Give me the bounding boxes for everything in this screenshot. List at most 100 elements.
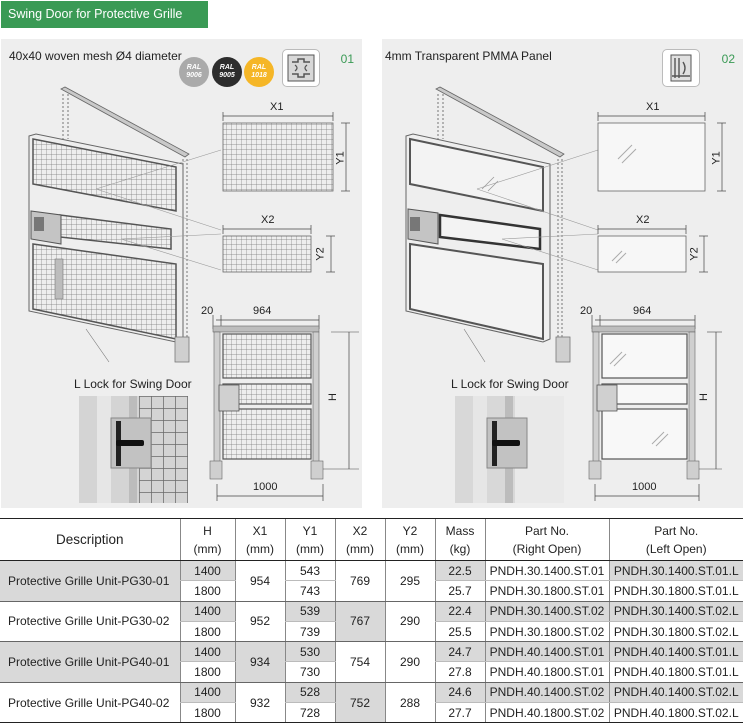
cell-part-right: PNDH.40.1400.ST.02 — [484, 682, 609, 704]
cell-part-right: PNDH.30.1400.ST.01 — [484, 560, 609, 582]
cell-mass: 25.7 — [434, 580, 485, 602]
height-h-label: H — [326, 393, 339, 401]
cell-x1: 932 — [234, 682, 285, 723]
table-row: Protective Grille Unit-PG40-02 1400 932 … — [0, 682, 743, 723]
height-h-label: H — [697, 393, 710, 401]
cell-part-left: PNDH.30.1400.ST.02.L — [608, 601, 743, 622]
gap-20-label: 20 — [580, 305, 593, 317]
width-964-label: 964 — [633, 305, 652, 317]
cell-y1: 730 — [284, 661, 335, 683]
table-row: Protective Grille Unit-PG30-01 1400 954 … — [0, 560, 743, 602]
pmma-panel-section: 4mm Transparent PMMA Panel 02 X1 Y1 X2 Y… — [382, 39, 743, 508]
cell-y2: 290 — [384, 641, 435, 683]
panel-number: 02 — [721, 52, 735, 66]
lock-label: L Lock for Swing Door — [74, 377, 192, 391]
x1-dimension-label: X1 — [270, 101, 284, 113]
cell-part-left: PNDH.30.1800.ST.01.L — [608, 580, 743, 602]
header-x2: X2 (mm) — [334, 518, 385, 561]
row-description: Protective Grille Unit-PG30-01 — [0, 560, 180, 602]
header-y2: Y2 (mm) — [384, 518, 435, 561]
row-description: Protective Grille Unit-PG30-02 — [0, 601, 180, 643]
cell-h: 1800 — [179, 661, 235, 683]
width-964-label: 964 — [253, 305, 272, 317]
cell-h: 1400 — [179, 601, 235, 622]
header-h: H (mm) — [179, 518, 235, 561]
cell-y1: 739 — [284, 621, 335, 643]
cell-y1: 528 — [284, 682, 335, 704]
aluminum-profile-icon — [662, 49, 700, 87]
lock-photo — [455, 396, 564, 503]
cell-mass: 27.8 — [434, 661, 485, 683]
cell-y1: 539 — [284, 601, 335, 622]
width-1000-label: 1000 — [632, 481, 657, 493]
header-part-left: Part No. (Left Open) — [608, 518, 743, 561]
cell-part-left: PNDH.40.1400.ST.02.L — [608, 682, 743, 704]
cell-mass: 24.7 — [434, 641, 485, 663]
cell-y2: 295 — [384, 560, 435, 602]
cell-y2: 288 — [384, 682, 435, 723]
header-description: Description — [0, 518, 180, 561]
cell-y1: 543 — [284, 560, 335, 582]
cell-part-right: PNDH.30.1400.ST.02 — [484, 601, 609, 622]
cell-y2: 290 — [384, 601, 435, 643]
spec-table: Description H (mm) X1 (mm) Y1 (mm) X2 (mm) Y… — [0, 518, 743, 723]
cell-part-left: PNDH.40.1800.ST.02.L — [608, 702, 743, 723]
header-x1: X1 (mm) — [234, 518, 285, 561]
width-1000-label: 1000 — [253, 481, 278, 493]
cell-part-right: PNDH.30.1800.ST.02 — [484, 621, 609, 643]
ral-1018-badge: RAL 1018 — [244, 57, 274, 87]
cell-x1: 954 — [234, 560, 285, 602]
ral-9005-badge: RAL 9005 — [212, 57, 242, 87]
panel-number: 01 — [340, 52, 354, 66]
cell-x2: 767 — [334, 601, 385, 643]
table-header-row: Description H (mm) X1 (mm) Y1 (mm) X2 (mm) Y… — [0, 518, 743, 561]
y2-dimension-label: Y2 — [314, 247, 327, 261]
cell-part-left: PNDH.40.1800.ST.01.L — [608, 661, 743, 683]
cell-mass: 24.6 — [434, 682, 485, 704]
cell-part-right: PNDH.30.1800.ST.01 — [484, 580, 609, 602]
cell-h: 1800 — [179, 580, 235, 602]
lock-photo — [79, 396, 188, 503]
ral-9006-badge: RAL 9006 — [179, 57, 209, 87]
cell-part-left: PNDH.30.1400.ST.01.L — [608, 560, 743, 582]
header-y1: Y1 (mm) — [284, 518, 335, 561]
cell-h: 1400 — [179, 560, 235, 582]
row-description: Protective Grille Unit-PG40-02 — [0, 682, 180, 723]
x2-dimension-label: X2 — [636, 214, 650, 226]
cell-x1: 934 — [234, 641, 285, 683]
x2-dimension-label: X2 — [261, 214, 275, 226]
y2-dimension-label: Y2 — [688, 247, 701, 261]
cell-x1: 952 — [234, 601, 285, 643]
cell-y1: 530 — [284, 641, 335, 663]
header-part-right: Part No. (Right Open) — [484, 518, 609, 561]
page-title: Swing Door for Protective Grille Unit — [1, 1, 208, 48]
cell-x2: 752 — [334, 682, 385, 723]
cell-part-right: PNDH.40.1800.ST.02 — [484, 702, 609, 723]
header-mass: Mass (kg) — [434, 518, 485, 561]
gap-20-label: 20 — [201, 305, 214, 317]
cell-h: 1400 — [179, 682, 235, 704]
y1-dimension-label: Y1 — [710, 151, 723, 165]
cell-h: 1400 — [179, 641, 235, 663]
cell-h: 1800 — [179, 702, 235, 723]
cell-mass: 25.5 — [434, 621, 485, 643]
table-row: Protective Grille Unit-PG30-02 1400 952 … — [0, 601, 743, 643]
panel-title: 40x40 woven mesh Ø4 diameter — [9, 49, 182, 63]
cell-part-left: PNDH.30.1800.ST.02.L — [608, 621, 743, 643]
cell-h: 1800 — [179, 621, 235, 643]
cell-y1: 728 — [284, 702, 335, 723]
cell-part-left: PNDH.40.1400.ST.01.L — [608, 641, 743, 663]
mesh-panel-section: 40x40 woven mesh Ø4 diameter 01 RAL 9006 … — [1, 39, 362, 508]
cell-x2: 754 — [334, 641, 385, 683]
cell-x2: 769 — [334, 560, 385, 602]
aluminum-profile-icon — [282, 49, 320, 87]
cell-part-right: PNDH.40.1800.ST.01 — [484, 661, 609, 683]
cell-mass: 27.7 — [434, 702, 485, 723]
table-row: Protective Grille Unit-PG40-01 1400 934 … — [0, 641, 743, 683]
x1-dimension-label: X1 — [646, 101, 660, 113]
cell-mass: 22.4 — [434, 601, 485, 622]
cell-y1: 743 — [284, 580, 335, 602]
row-description: Protective Grille Unit-PG40-01 — [0, 641, 180, 683]
y1-dimension-label: Y1 — [334, 151, 347, 165]
cell-mass: 22.5 — [434, 560, 485, 582]
